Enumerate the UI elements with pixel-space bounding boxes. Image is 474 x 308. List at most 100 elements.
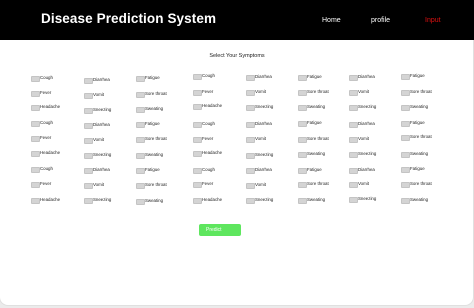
symptom-checkbox[interactable] bbox=[246, 74, 255, 81]
symptom-checkbox[interactable] bbox=[136, 136, 145, 143]
symptom-checkbox[interactable] bbox=[246, 121, 255, 128]
symptom-checkbox[interactable] bbox=[31, 150, 40, 157]
symptom-checkbox[interactable] bbox=[193, 167, 202, 174]
symptom-checkbox[interactable] bbox=[84, 122, 93, 129]
symptom-checkbox[interactable] bbox=[193, 121, 202, 128]
symptom-checkbox[interactable] bbox=[136, 152, 145, 159]
symptom-checkbox[interactable] bbox=[298, 151, 307, 158]
symptom-checkbox[interactable] bbox=[401, 151, 410, 158]
symptom-checkbox[interactable] bbox=[31, 181, 40, 188]
symptom-label: Vomit bbox=[255, 136, 266, 141]
symptom-checkbox[interactable] bbox=[31, 75, 40, 82]
symptom-checkbox[interactable] bbox=[298, 120, 307, 127]
symptom-label: Headache bbox=[40, 104, 61, 109]
symptom-checkbox[interactable] bbox=[246, 167, 255, 174]
symptom-checkbox[interactable] bbox=[401, 73, 410, 80]
symptom-label: Sweating bbox=[410, 104, 429, 109]
symptom-label: Sore throat bbox=[410, 134, 432, 139]
symptom-checkbox[interactable] bbox=[136, 182, 145, 189]
symptom-checkbox[interactable] bbox=[246, 197, 255, 204]
symptom-checkbox[interactable] bbox=[349, 104, 358, 111]
symptom-checkbox[interactable] bbox=[246, 136, 255, 143]
app-title: Disease Prediction System bbox=[41, 11, 217, 26]
symptom-label: Fever bbox=[40, 135, 52, 140]
nav-link-home[interactable]: Home bbox=[322, 17, 341, 24]
symptom-checkbox[interactable] bbox=[31, 197, 40, 204]
symptom-checkbox[interactable] bbox=[349, 74, 358, 81]
symptom-checkbox[interactable] bbox=[401, 89, 410, 96]
symptom-checkbox[interactable] bbox=[31, 90, 40, 97]
symptom-checkbox[interactable] bbox=[136, 167, 145, 174]
symptom-label: Sweating bbox=[307, 197, 326, 202]
symptom-checkbox[interactable] bbox=[31, 104, 40, 111]
symptom-label: Diarrhea bbox=[358, 167, 375, 172]
symptom-checkbox[interactable] bbox=[349, 181, 358, 188]
symptom-checkbox[interactable] bbox=[31, 135, 40, 142]
symptom-label: Fever bbox=[202, 181, 214, 186]
symptom-checkbox[interactable] bbox=[193, 89, 202, 96]
symptom-label: Diarrhea bbox=[255, 74, 272, 79]
symptom-checkbox[interactable] bbox=[298, 74, 307, 81]
symptom-checkbox[interactable] bbox=[84, 92, 93, 99]
symptom-checkbox[interactable] bbox=[31, 120, 40, 127]
symptom-checkbox[interactable] bbox=[136, 198, 145, 205]
symptom-label: Sweating bbox=[410, 151, 429, 156]
symptom-checkbox[interactable] bbox=[193, 181, 202, 188]
symptom-checkbox[interactable] bbox=[349, 196, 358, 203]
symptom-checkbox[interactable] bbox=[349, 151, 358, 158]
symptom-checkbox[interactable] bbox=[298, 89, 307, 96]
symptom-checkbox[interactable] bbox=[298, 181, 307, 188]
symptom-checkbox[interactable] bbox=[246, 182, 255, 189]
predict-button[interactable]: Predict bbox=[199, 224, 241, 236]
symptom-checkbox[interactable] bbox=[401, 181, 410, 188]
symptom-checkbox[interactable] bbox=[401, 104, 410, 111]
symptom-checkbox[interactable] bbox=[84, 167, 93, 174]
symptom-label: Headache bbox=[202, 197, 223, 202]
symptom-label: Diarrhea bbox=[358, 74, 375, 79]
symptom-checkbox[interactable] bbox=[31, 166, 40, 173]
symptom-checkbox[interactable] bbox=[298, 167, 307, 174]
symptom-checkbox[interactable] bbox=[349, 136, 358, 143]
symptom-label: Diarrhea bbox=[93, 167, 110, 172]
symptom-label: Sweating bbox=[307, 104, 326, 109]
symptom-label: Sore throat bbox=[410, 89, 432, 94]
symptom-checkbox[interactable] bbox=[349, 167, 358, 174]
symptom-checkbox[interactable] bbox=[401, 120, 410, 127]
symptom-label: Sweating bbox=[145, 152, 164, 157]
symptom-checkbox[interactable] bbox=[84, 137, 93, 144]
symptom-checkbox[interactable] bbox=[349, 89, 358, 96]
symptom-checkbox[interactable] bbox=[193, 103, 202, 110]
symptom-label: Vomit bbox=[93, 137, 104, 142]
symptom-checkbox[interactable] bbox=[84, 182, 93, 189]
symptom-checkbox[interactable] bbox=[401, 134, 410, 141]
symptom-checkbox[interactable] bbox=[298, 104, 307, 111]
symptom-label: Diarrhea bbox=[255, 121, 272, 126]
symptom-checkbox[interactable] bbox=[136, 91, 145, 98]
symptom-checkbox[interactable] bbox=[193, 73, 202, 80]
symptom-checkbox[interactable] bbox=[401, 197, 410, 204]
symptom-label: Sneezing bbox=[358, 196, 377, 201]
symptom-checkbox[interactable] bbox=[136, 121, 145, 128]
symptom-checkbox[interactable] bbox=[193, 150, 202, 157]
symptom-checkbox[interactable] bbox=[246, 152, 255, 159]
symptom-checkbox[interactable] bbox=[136, 106, 145, 113]
symptom-label: Diarrhea bbox=[93, 77, 110, 82]
nav-link-profile[interactable]: profile bbox=[371, 17, 390, 24]
symptom-checkbox[interactable] bbox=[84, 77, 93, 84]
symptom-checkbox[interactable] bbox=[349, 121, 358, 128]
symptom-checkbox[interactable] bbox=[136, 75, 145, 82]
symptom-checkbox[interactable] bbox=[193, 197, 202, 204]
symptom-checkbox[interactable] bbox=[298, 136, 307, 143]
symptom-checkbox[interactable] bbox=[298, 197, 307, 204]
symptom-checkbox[interactable] bbox=[246, 89, 255, 96]
symptom-checkbox[interactable] bbox=[84, 152, 93, 159]
top-navbar: Disease Prediction System Home profile I… bbox=[0, 0, 474, 40]
symptom-checkbox[interactable] bbox=[401, 166, 410, 173]
nav-link-input[interactable]: Input bbox=[425, 17, 441, 24]
symptom-checkbox[interactable] bbox=[193, 136, 202, 143]
symptom-checkbox[interactable] bbox=[84, 197, 93, 204]
symptom-checkbox[interactable] bbox=[84, 107, 93, 114]
symptom-label: Sneezing bbox=[255, 197, 274, 202]
symptom-label: Fever bbox=[40, 90, 52, 95]
symptom-checkbox[interactable] bbox=[246, 104, 255, 111]
